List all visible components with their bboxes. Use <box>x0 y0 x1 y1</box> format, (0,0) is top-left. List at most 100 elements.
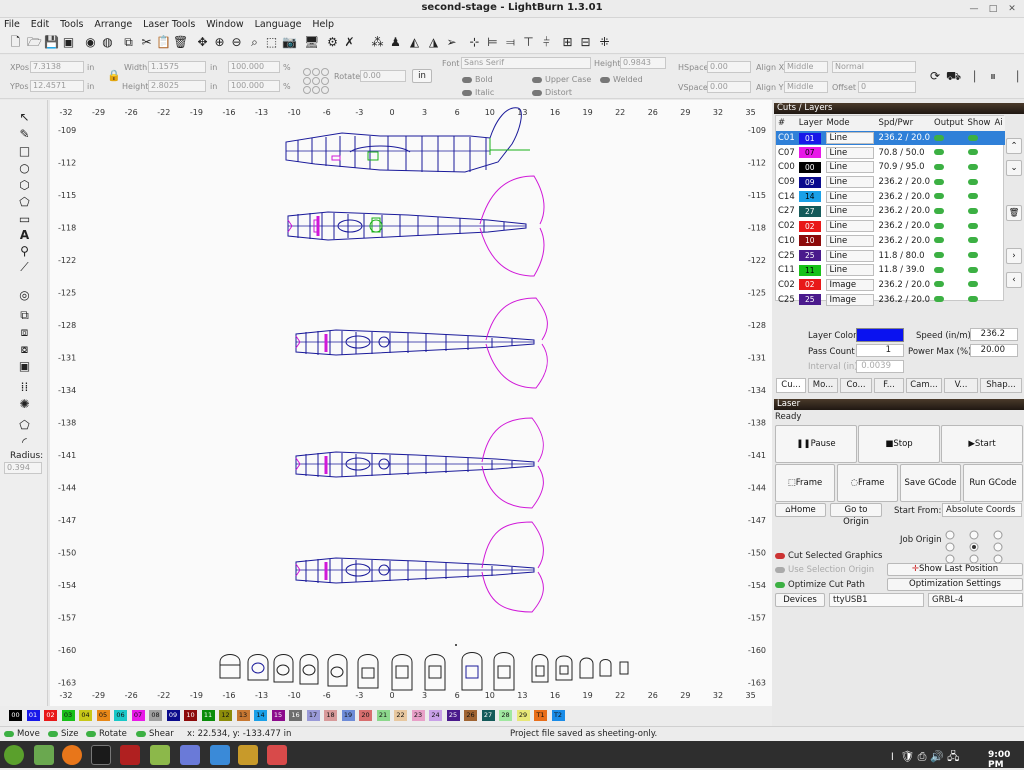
output-toggle[interactable] <box>932 219 966 234</box>
output-toggle[interactable] <box>932 234 966 249</box>
group-icon[interactable]: ⁂ <box>370 35 385 50</box>
show-toggle[interactable] <box>966 175 993 190</box>
canvas-drawing[interactable]: -32 -29 -26 -22 -19 -16 -13 -10 -6 -3 0 3 6 10 13 16 19 2… <box>50 100 772 706</box>
delete-layer-icon[interactable]: 🗑 <box>1006 205 1022 221</box>
maximize-icon[interactable]: □ <box>987 3 999 15</box>
units-in-button[interactable]: in <box>412 69 432 83</box>
align-grid-icon[interactable]: ⁜ <box>597 35 612 50</box>
show-toggle[interactable] <box>966 292 993 307</box>
break-apart-icon[interactable]: ⬠ <box>17 418 32 433</box>
stop-button[interactable]: ■Stop <box>858 425 940 463</box>
lock-ratio-icon[interactable]: 🔒 <box>107 69 121 82</box>
line-tool-icon[interactable]: ⬠ <box>17 195 32 210</box>
layer-mode[interactable]: Line <box>824 248 876 263</box>
zoom-selection-icon[interactable]: ⬚ <box>264 35 279 50</box>
job-origin-grid[interactable] <box>944 530 1008 566</box>
flip-horizontal-icon[interactable]: ◭ <box>407 35 422 50</box>
layer-row[interactable]: C00 00 Line 70.9 / 95.0 <box>776 160 1005 175</box>
optimize-cut-path-toggle[interactable]: Optimize Cut Path <box>775 580 865 590</box>
show-toggle[interactable] <box>966 204 993 219</box>
output-toggle[interactable] <box>932 278 966 293</box>
tray-icons[interactable]: ⏽ 🛡 ⎙ 🔊 🖧 <box>888 748 959 767</box>
layer-mode[interactable]: Image <box>824 292 876 307</box>
output-toggle[interactable] <box>932 189 966 204</box>
layer-mode[interactable]: Line <box>824 219 876 234</box>
distribute-h-icon[interactable]: ⊞ <box>560 35 575 50</box>
layer-swatch[interactable]: 02 <box>797 219 825 234</box>
welded-toggle[interactable]: Welded <box>600 75 643 84</box>
align-right-edge-icon[interactable]: ⎹ <box>1006 69 1018 84</box>
export-icon[interactable]: ◍ <box>100 35 115 50</box>
monitor-icon[interactable]: 🖥 <box>304 35 319 50</box>
size-toggle[interactable]: Size <box>48 727 78 741</box>
layer-mode[interactable]: Line <box>824 263 876 278</box>
palette-swatch-27[interactable]: 27 <box>481 710 495 721</box>
layer-swatch[interactable]: 07 <box>797 145 825 160</box>
palette-swatch-09[interactable]: 09 <box>166 710 180 721</box>
scale-x-input[interactable]: 100.000 <box>228 61 280 73</box>
layer-swatch[interactable]: 09 <box>797 175 825 190</box>
palette-swatch-20[interactable]: 20 <box>359 710 372 721</box>
air-toggle[interactable] <box>992 160 1004 175</box>
image-viewer-icon[interactable] <box>267 745 287 765</box>
air-toggle[interactable] <box>992 204 1004 219</box>
palette-swatch-23[interactable]: 23 <box>411 710 425 721</box>
palette-swatch-19[interactable]: 19 <box>341 710 355 721</box>
inkscape-icon[interactable] <box>238 745 258 765</box>
optimization-settings-button[interactable]: Optimization Settings <box>887 578 1023 591</box>
palette-swatch-22[interactable]: 22 <box>394 710 407 721</box>
select-pointer-icon[interactable]: ↖ <box>17 110 32 125</box>
output-toggle[interactable] <box>932 263 966 278</box>
tab-variable[interactable]: V... <box>944 378 978 393</box>
shear-toggle[interactable]: Shear <box>136 727 174 741</box>
layer-swatch[interactable]: 00 <box>797 160 825 175</box>
text-editor-icon[interactable] <box>180 745 200 765</box>
rotate-input[interactable]: 0.00 <box>360 70 406 82</box>
output-toggle[interactable] <box>932 145 966 160</box>
align-left-icon[interactable]: ⊨ <box>485 35 500 50</box>
grid-array-icon[interactable]: ⁞⁞ <box>17 380 32 395</box>
air-toggle[interactable] <box>992 189 1004 204</box>
lightburn-icon[interactable] <box>120 745 140 765</box>
rotate-toggle[interactable]: Rotate <box>86 727 127 741</box>
open-folder-icon[interactable]: 🗁 <box>27 35 42 50</box>
frame-rect-button[interactable]: ⬚Frame <box>775 464 835 502</box>
mint-menu-icon[interactable] <box>4 745 24 765</box>
palette-swatch-25[interactable]: 25 <box>446 710 460 721</box>
ungroup-icon[interactable]: ♟ <box>388 35 403 50</box>
cut-icon[interactable]: ✂ <box>139 35 154 50</box>
speed-input[interactable]: 236.2 <box>970 328 1018 341</box>
palette-swatch-T1[interactable]: T1 <box>534 710 547 721</box>
text-tool-icon[interactable]: A <box>17 228 32 243</box>
offset-input[interactable]: 0 <box>858 81 916 93</box>
font-select[interactable]: Sans Serif <box>461 57 591 69</box>
palette-swatch-21[interactable]: 21 <box>376 710 390 721</box>
pass-count-input[interactable]: 1 <box>856 344 904 357</box>
zoom-in-icon[interactable]: ⊕ <box>212 35 227 50</box>
intersect-icon[interactable]: ▣ <box>17 359 32 374</box>
palette-swatch-18[interactable]: 18 <box>324 710 337 721</box>
rectangle-icon[interactable]: □ <box>17 144 32 159</box>
font-height-input[interactable]: 0.9843 <box>620 57 666 69</box>
layer-row[interactable]: C10 10 Line 236.2 / 20.0 <box>776 234 1005 249</box>
show-toggle[interactable] <box>966 160 993 175</box>
offset-shapes-icon[interactable]: ◎ <box>17 288 32 303</box>
show-toggle[interactable] <box>966 219 993 234</box>
output-toggle[interactable] <box>932 160 966 175</box>
show-toggle[interactable] <box>966 248 993 263</box>
align-top-icon[interactable]: ⊤ <box>521 35 536 50</box>
layer-color-swatch[interactable] <box>856 328 904 342</box>
firefox-icon[interactable] <box>62 745 82 765</box>
align-center-icon[interactable]: ⊹ <box>467 35 482 50</box>
menu-language[interactable]: Language <box>251 18 306 32</box>
use-selection-origin-toggle[interactable]: Use Selection Origin <box>775 565 874 575</box>
palette-swatch-03[interactable]: 03 <box>61 710 75 721</box>
vspace-input[interactable]: 0.00 <box>707 81 751 93</box>
palette-swatch-16[interactable]: 16 <box>289 710 302 721</box>
tab-camera[interactable]: Cam... <box>906 378 942 393</box>
layer-row[interactable]: C11 11 Line 11.8 / 39.0 <box>776 263 1005 278</box>
interval-input[interactable]: 0.0039 <box>856 360 904 373</box>
tab-files[interactable]: F... <box>874 378 904 393</box>
menu-help[interactable]: Help <box>308 18 338 32</box>
save-as-icon[interactable]: ▣ <box>61 35 76 50</box>
